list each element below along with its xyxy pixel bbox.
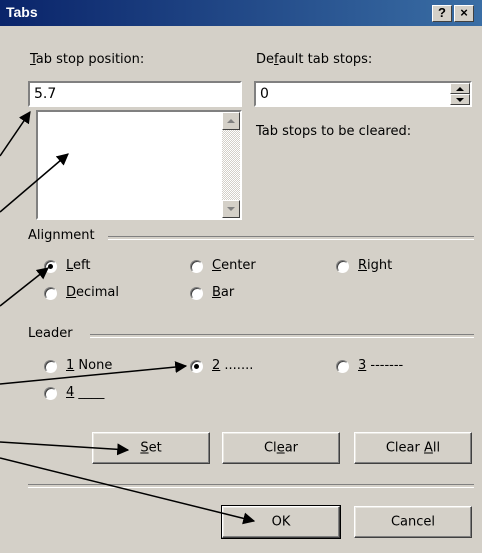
tabs-dialog: Tabs ? × Tab stop position: 5.7 Default … bbox=[0, 0, 482, 553]
arrow-leader-dots bbox=[0, 361, 188, 385]
annotation-arrows bbox=[0, 111, 256, 525]
arrow-tab-stop-field bbox=[0, 111, 31, 157]
arrow-ok-button bbox=[0, 457, 256, 525]
arrow-set-button bbox=[0, 441, 130, 456]
arrow-alignment-left bbox=[0, 267, 49, 307]
arrow-tab-stop-list bbox=[0, 153, 69, 213]
